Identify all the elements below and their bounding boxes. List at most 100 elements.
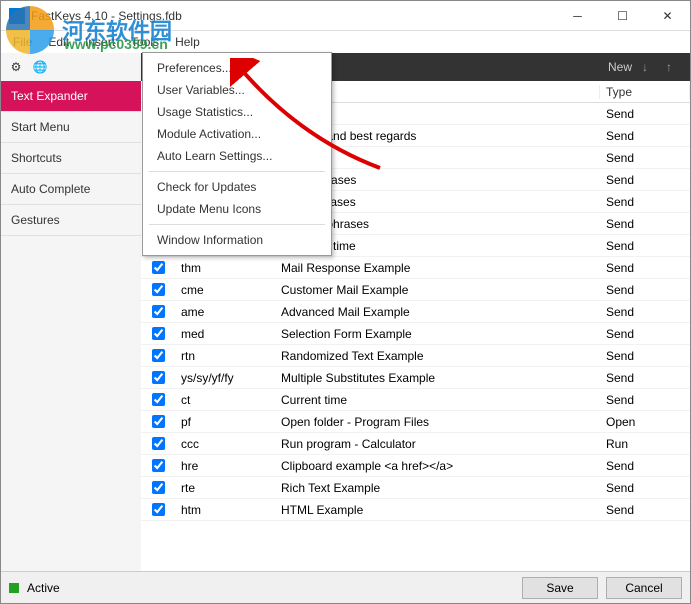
row-type: Send	[600, 393, 690, 407]
row-type: Open	[600, 415, 690, 429]
menu-file[interactable]: File	[5, 33, 40, 51]
table-row[interactable]: ameAdvanced Mail ExampleSend	[141, 301, 690, 323]
row-abbr: med	[175, 327, 275, 341]
row-checkbox[interactable]	[141, 437, 175, 450]
row-checkbox[interactable]	[141, 261, 175, 274]
row-checkbox[interactable]	[141, 503, 175, 516]
menu-item[interactable]: Auto Learn Settings...	[143, 145, 331, 167]
minimize-button[interactable]: ─	[555, 1, 600, 31]
globe-icon[interactable]: 🌐	[31, 58, 49, 76]
table-row[interactable]: pfOpen folder - Program FilesOpen	[141, 411, 690, 433]
row-type: Send	[600, 217, 690, 231]
row-desc: Selection Form Example	[275, 327, 600, 341]
table-row[interactable]: thmMail Response ExampleSend	[141, 257, 690, 279]
arrow-down-icon[interactable]: ↓	[642, 60, 656, 74]
row-type: Send	[600, 107, 690, 121]
titlebar: FastKeys 4.10 - Settings.fdb ─ ☐ ✕	[1, 1, 690, 31]
menu-item[interactable]: Preferences...	[143, 57, 331, 79]
close-button[interactable]: ✕	[645, 1, 690, 31]
row-abbr: ame	[175, 305, 275, 319]
row-desc: Current time	[275, 393, 600, 407]
row-checkbox[interactable]	[141, 415, 175, 428]
row-abbr: rtn	[175, 349, 275, 363]
row-abbr: ys/sy/yf/fy	[175, 371, 275, 385]
cancel-button[interactable]: Cancel	[606, 577, 682, 599]
row-checkbox[interactable]	[141, 349, 175, 362]
row-type: Send	[600, 173, 690, 187]
table-row[interactable]: rteRich Text ExampleSend	[141, 477, 690, 499]
menu-edit[interactable]: Edit	[40, 33, 77, 51]
row-desc: Customer Mail Example	[275, 283, 600, 297]
row-type: Send	[600, 481, 690, 495]
col-type[interactable]: Type	[600, 85, 690, 99]
row-desc: Multiple Substitutes Example	[275, 371, 600, 385]
sidebar-item-start-menu[interactable]: Start Menu	[1, 112, 141, 143]
new-button[interactable]: New	[608, 60, 632, 74]
menu-help[interactable]: Help	[167, 33, 208, 51]
arrow-up-icon[interactable]: ↑	[666, 60, 680, 74]
row-checkbox[interactable]	[141, 459, 175, 472]
row-type: Send	[600, 459, 690, 473]
menu-item[interactable]: Usage Statistics...	[143, 101, 331, 123]
row-type: Send	[600, 305, 690, 319]
row-desc: Randomized Text Example	[275, 349, 600, 363]
sidebar-item-text-expander[interactable]: Text Expander	[1, 81, 141, 112]
save-button[interactable]: Save	[522, 577, 598, 599]
row-desc: Open folder - Program Files	[275, 415, 600, 429]
row-type: Send	[600, 327, 690, 341]
menu-insert[interactable]: Insert	[77, 33, 123, 51]
table-row[interactable]: htmHTML ExampleSend	[141, 499, 690, 521]
toolbar-left: ⚙ 🌐	[1, 53, 141, 81]
row-abbr: pf	[175, 415, 275, 429]
menu-item[interactable]: Module Activation...	[143, 123, 331, 145]
menu-separator	[149, 224, 325, 225]
row-desc: HTML Example	[275, 503, 600, 517]
row-abbr: ccc	[175, 437, 275, 451]
row-type: Send	[600, 129, 690, 143]
sidebar-item-shortcuts[interactable]: Shortcuts	[1, 143, 141, 174]
menu-tools[interactable]: Tools	[123, 33, 167, 51]
table-row[interactable]: ys/sy/yf/fyMultiple Substitutes ExampleS…	[141, 367, 690, 389]
table-row[interactable]: rtnRandomized Text ExampleSend	[141, 345, 690, 367]
menu-item[interactable]: Check for Updates	[143, 176, 331, 198]
menubar: File Edit Insert Tools Help	[1, 31, 690, 53]
status-indicator-icon	[9, 583, 19, 593]
gear-icon[interactable]: ⚙	[7, 58, 25, 76]
menu-separator	[149, 171, 325, 172]
row-abbr: cme	[175, 283, 275, 297]
row-checkbox[interactable]	[141, 283, 175, 296]
row-checkbox[interactable]	[141, 305, 175, 318]
table-row[interactable]: hreClipboard example <a href></a>Send	[141, 455, 690, 477]
app-icon	[9, 8, 25, 24]
row-checkbox[interactable]	[141, 393, 175, 406]
row-abbr: thm	[175, 261, 275, 275]
menu-item[interactable]: User Variables...	[143, 79, 331, 101]
sidebar-item-auto-complete[interactable]: Auto Complete	[1, 174, 141, 205]
row-type: Send	[600, 371, 690, 385]
table-row[interactable]: cccRun program - CalculatorRun	[141, 433, 690, 455]
menu-item[interactable]: Window Information	[143, 229, 331, 251]
row-abbr: rte	[175, 481, 275, 495]
row-checkbox[interactable]	[141, 327, 175, 340]
table-row[interactable]: cmeCustomer Mail ExampleSend	[141, 279, 690, 301]
table-row[interactable]: ctCurrent timeSend	[141, 389, 690, 411]
table-row[interactable]: medSelection Form ExampleSend	[141, 323, 690, 345]
statusbar: Active Save Cancel	[1, 571, 690, 603]
row-desc: Rich Text Example	[275, 481, 600, 495]
sidebar-item-gestures[interactable]: Gestures	[1, 205, 141, 236]
row-abbr: htm	[175, 503, 275, 517]
row-type: Send	[600, 283, 690, 297]
row-checkbox[interactable]	[141, 481, 175, 494]
tools-dropdown: Preferences...User Variables...Usage Sta…	[142, 52, 332, 256]
row-desc: Clipboard example <a href></a>	[275, 459, 600, 473]
maximize-button[interactable]: ☐	[600, 1, 645, 31]
menu-item[interactable]: Update Menu Icons	[143, 198, 331, 220]
row-type: Send	[600, 349, 690, 363]
row-desc: Advanced Mail Example	[275, 305, 600, 319]
row-checkbox[interactable]	[141, 371, 175, 384]
row-type: Send	[600, 261, 690, 275]
row-type: Send	[600, 195, 690, 209]
row-abbr: hre	[175, 459, 275, 473]
row-type: Run	[600, 437, 690, 451]
row-desc: Mail Response Example	[275, 261, 600, 275]
